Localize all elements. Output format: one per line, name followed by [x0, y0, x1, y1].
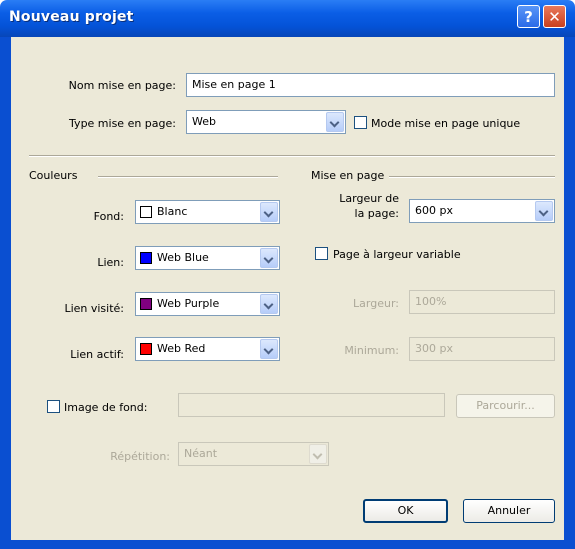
page-width-select[interactable]: 600 px	[409, 199, 555, 223]
page-width-label-1: Largeur de	[339, 192, 399, 205]
minimum-label: Minimum:	[344, 344, 399, 357]
lien-swatch	[140, 252, 152, 264]
chevron-down-icon[interactable]	[260, 294, 278, 314]
fond-select[interactable]: Blanc	[135, 200, 280, 224]
close-button[interactable]: ✕	[543, 5, 566, 28]
single-mode-checkbox[interactable]	[354, 116, 367, 129]
dialog-window: Nouveau projet ? ✕ Nom mise en page: Mis…	[0, 0, 575, 549]
page-width-value: 600 px	[415, 204, 453, 217]
lien-visite-label: Lien visité:	[64, 302, 124, 315]
fond-label: Fond:	[93, 210, 124, 223]
fond-value: Blanc	[157, 205, 188, 218]
help-button[interactable]: ?	[517, 5, 540, 28]
chevron-down-icon[interactable]	[309, 444, 327, 464]
chevron-down-icon[interactable]	[260, 339, 278, 359]
layout-type-select[interactable]: Web	[186, 110, 346, 134]
layout-name-input[interactable]: Mise en page 1	[186, 73, 555, 97]
window-title: Nouveau projet	[9, 9, 134, 25]
lien-actif-select[interactable]: Web Red	[135, 337, 280, 361]
chevron-down-icon[interactable]	[535, 201, 553, 221]
largeur-label: Largeur:	[353, 297, 399, 310]
top-divider	[29, 155, 555, 157]
chevron-down-icon[interactable]	[260, 248, 278, 268]
fond-swatch	[140, 206, 152, 218]
cancel-button[interactable]: Annuler	[463, 499, 555, 523]
variable-width-label: Page à largeur variable	[333, 248, 461, 261]
minimum-input[interactable]: 300 px	[409, 337, 555, 361]
chevron-down-icon[interactable]	[260, 202, 278, 222]
layout-type-value: Web	[192, 115, 216, 128]
lien-value: Web Blue	[157, 251, 209, 264]
page-setup-heading: Mise en page	[311, 169, 385, 182]
chevron-down-icon[interactable]	[326, 112, 344, 132]
browse-button[interactable]: Parcourir...	[456, 394, 555, 418]
variable-width-checkbox[interactable]	[315, 247, 328, 260]
layout-name-label: Nom mise en page:	[68, 79, 176, 92]
page-width-label-2: la page:	[354, 207, 399, 220]
colors-divider	[98, 176, 278, 178]
lien-select[interactable]: Web Blue	[135, 246, 280, 270]
background-image-checkbox[interactable]	[47, 400, 60, 413]
lien-visite-select[interactable]: Web Purple	[135, 292, 280, 316]
page-setup-divider	[389, 176, 555, 178]
lien-actif-label: Lien actif:	[70, 348, 124, 361]
background-image-label: Image de fond:	[64, 401, 148, 414]
colors-heading: Couleurs	[29, 169, 78, 182]
lien-visite-swatch	[140, 298, 152, 310]
layout-type-label: Type mise en page:	[69, 117, 176, 130]
single-mode-label: Mode mise en page unique	[371, 117, 521, 130]
lien-actif-swatch	[140, 343, 152, 355]
lien-label: Lien:	[97, 256, 124, 269]
repeat-value: Néant	[184, 447, 218, 460]
repeat-select[interactable]: Néant	[178, 442, 329, 466]
repeat-label: Répétition:	[110, 450, 170, 463]
background-image-input[interactable]	[178, 393, 445, 417]
lien-visite-value: Web Purple	[157, 297, 220, 310]
dialog-body: Nom mise en page: Mise en page 1 Type mi…	[11, 37, 564, 540]
largeur-input[interactable]: 100%	[409, 290, 555, 314]
title-bar[interactable]: Nouveau projet ? ✕	[0, 0, 575, 37]
ok-button[interactable]: OK	[363, 499, 448, 523]
lien-actif-value: Web Red	[157, 342, 206, 355]
